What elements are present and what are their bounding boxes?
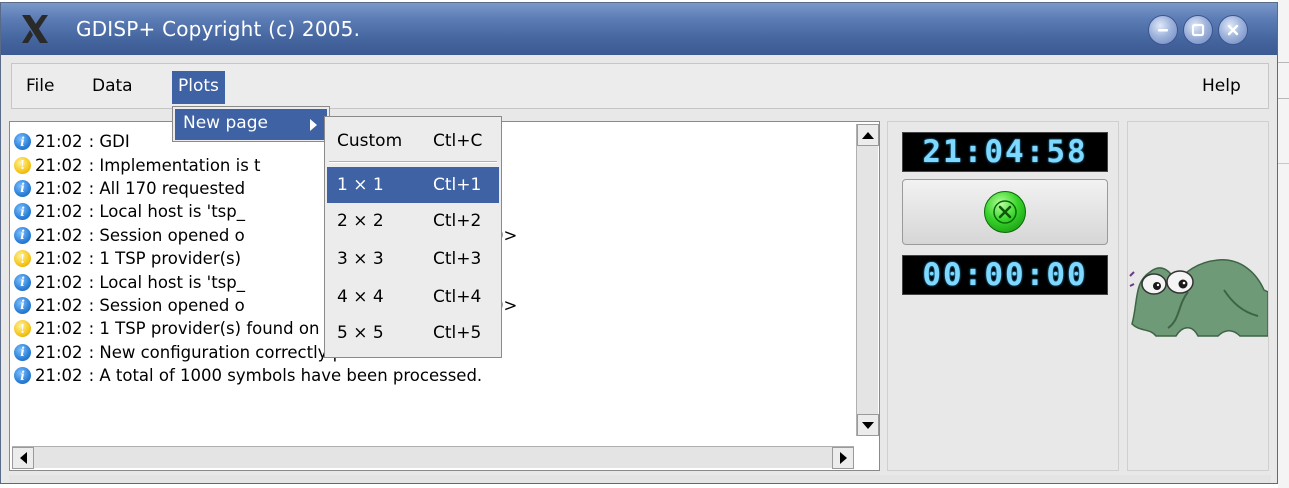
submenu-item-label: 4 × 4 <box>337 287 384 307</box>
menu-data-label: Data <box>92 76 133 96</box>
menu-file-label: File <box>26 76 55 96</box>
warning-icon: ! <box>14 156 31 174</box>
x-logo-icon[interactable] <box>19 13 51 45</box>
menu-plots[interactable]: Plots <box>172 71 225 104</box>
time-display: 21:04:58 <box>902 132 1108 172</box>
log-entry-time: 21:02 <box>35 249 83 269</box>
arrow-left-icon <box>19 452 27 464</box>
info-icon: i <box>14 133 31 151</box>
log-entry-time: 21:02 <box>35 225 83 245</box>
title-bar[interactable]: GDISP+ Copyright (c) 2005. <box>1 3 1277 55</box>
desktop-divider <box>1278 98 1289 99</box>
arrow-down-icon <box>862 421 874 429</box>
scroll-up-button[interactable] <box>857 124 879 146</box>
scroll-right-button[interactable] <box>832 447 854 469</box>
submenu-item-2x2[interactable]: 2 × 2 Ctl+2 <box>327 203 499 239</box>
vertical-scrollbar[interactable] <box>856 124 879 436</box>
submenu-arrow-icon <box>310 119 317 131</box>
info-icon: i <box>14 203 31 221</box>
green-close-icon <box>984 191 1026 233</box>
horizontal-scrollbar[interactable] <box>12 446 854 469</box>
info-icon: i <box>14 367 31 385</box>
log-entry-time: 21:02 <box>35 202 83 222</box>
clock-panel: 21:04:58 00:00:00 <box>887 121 1119 471</box>
log-entry: i 21:02: A total of 1000 symbols have bee… <box>14 364 852 387</box>
x-mark-icon <box>993 200 1017 224</box>
octopus-mascot-image <box>1129 259 1268 337</box>
close-icon <box>1227 24 1239 36</box>
submenu-item-4x4[interactable]: 4 × 4 Ctl+4 <box>327 279 499 315</box>
submenu-item-label: 3 × 3 <box>337 249 384 269</box>
warning-icon: ! <box>14 320 31 338</box>
submenu-item-3x3[interactable]: 3 × 3 Ctl+3 <box>327 241 499 277</box>
desktop-divider <box>1278 62 1289 63</box>
submenu-item-shortcut: Ctl+C <box>433 131 483 151</box>
submenu-item-label: 2 × 2 <box>337 211 384 231</box>
window-title: GDISP+ Copyright (c) 2005. <box>76 17 361 41</box>
log-entry-time: 21:02 <box>35 272 83 292</box>
log-entry-time: 21:02 <box>35 155 83 175</box>
log-entry-time: 21:02 <box>35 295 83 315</box>
log-entry-time: 21:02 <box>35 132 83 152</box>
arrow-up-icon <box>862 131 874 139</box>
info-icon: i <box>14 226 31 244</box>
menu-item-new-page[interactable]: New page <box>175 109 327 140</box>
new-page-label: New page <box>183 113 268 133</box>
submenu-item-label: 1 × 1 <box>337 175 384 195</box>
log-entry-text: : GDI <box>88 132 130 152</box>
mascot-panel <box>1127 121 1269 471</box>
warning-icon: ! <box>14 250 31 268</box>
close-button[interactable] <box>1218 15 1248 45</box>
submenu-item-shortcut: Ctl+5 <box>433 323 482 343</box>
menu-help-label: Help <box>1202 76 1241 96</box>
minimize-icon <box>1158 29 1168 32</box>
submenu-item-shortcut: Ctl+1 <box>433 175 482 195</box>
submenu-item-label: Custom <box>337 131 403 151</box>
minimize-button[interactable] <box>1148 15 1178 45</box>
submenu-item-custom[interactable]: Custom Ctl+C <box>327 123 499 159</box>
info-icon: i <box>14 343 31 361</box>
submenu-item-1x1[interactable]: 1 × 1 Ctl+1 <box>327 167 499 203</box>
maximize-icon <box>1191 23 1205 37</box>
submenu-item-shortcut: Ctl+2 <box>433 211 482 231</box>
maximize-button[interactable] <box>1183 15 1213 45</box>
desktop-divider <box>1278 163 1289 164</box>
submenu-item-shortcut: Ctl+3 <box>433 249 482 269</box>
submenu-item-5x5[interactable]: 5 × 5 Ctl+5 <box>327 315 499 351</box>
info-icon: i <box>14 273 31 291</box>
log-entry-time: 21:02 <box>35 366 83 386</box>
log-entry-time: 21:02 <box>35 178 83 198</box>
elapsed-display: 00:00:00 <box>902 255 1108 295</box>
status-bar <box>9 475 1271 483</box>
menu-bar: File Data Plots Help <box>11 63 1269 109</box>
menu-separator <box>329 161 497 163</box>
log-entry-text: : A total of 1000 symbols have been proc… <box>88 366 483 386</box>
scroll-left-button[interactable] <box>12 447 34 469</box>
log-entry-text: : Implementation is t <box>88 155 261 175</box>
menu-help[interactable]: Help <box>1202 76 1241 96</box>
log-entry-time: 21:02 <box>35 319 83 339</box>
log-entry-time: 21:02 <box>35 342 83 362</box>
log-entry-text: : Local host is 'tsp_ <box>88 272 245 292</box>
submenu-item-label: 5 × 5 <box>337 323 384 343</box>
new-page-submenu: Custom Ctl+C 1 × 1 Ctl+1 2 × 2 Ctl+2 3 ×… <box>324 116 502 358</box>
menu-file[interactable]: File <box>26 76 54 96</box>
scroll-down-button[interactable] <box>857 414 879 436</box>
arrow-right-icon <box>839 452 847 464</box>
desktop-background <box>1278 0 1289 488</box>
log-entry-text: : Local host is 'tsp_ <box>88 202 245 222</box>
menu-plots-label: Plots <box>178 76 219 96</box>
app-window: GDISP+ Copyright (c) 2005. File Data Plo… <box>0 2 1278 484</box>
submenu-item-shortcut: Ctl+4 <box>433 287 482 307</box>
menu-data[interactable]: Data <box>92 76 133 96</box>
run-toggle-button[interactable] <box>902 179 1108 245</box>
info-icon: i <box>14 296 31 314</box>
info-icon: i <box>14 179 31 197</box>
plots-dropdown-menu: New page <box>172 106 330 142</box>
